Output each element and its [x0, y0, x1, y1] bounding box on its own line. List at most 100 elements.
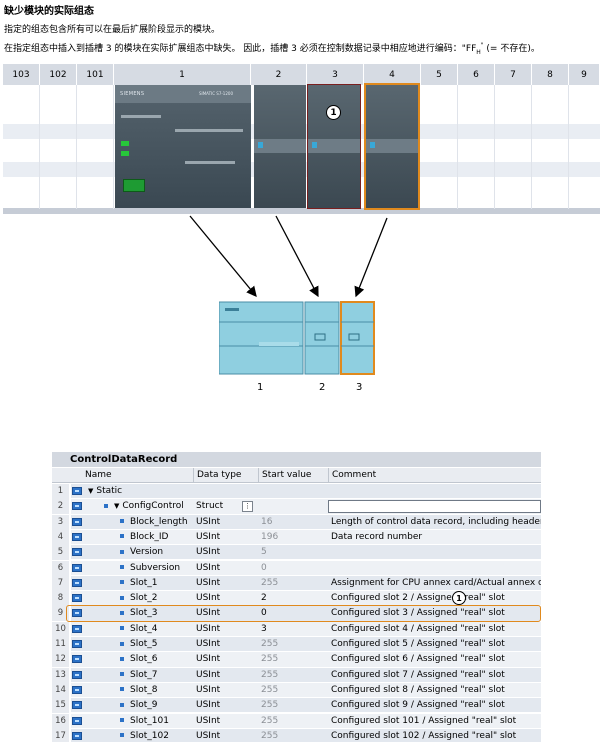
variable-name-cell[interactable]: Slot_1	[88, 576, 192, 591]
start-value-cell[interactable]: 255	[258, 729, 327, 742]
slot-column[interactable]	[532, 85, 569, 209]
comment-cell[interactable]: Configured slot 101 / Assigned "real" sl…	[328, 714, 541, 729]
variable-name-cell[interactable]: Slot_8	[88, 683, 192, 698]
comment-cell[interactable]: Length of control data record, including…	[328, 515, 541, 530]
expand-triangle-icon[interactable]: ▼	[114, 499, 119, 514]
slot-column[interactable]	[421, 85, 458, 209]
table-row[interactable]: 8 Slot_2 USInt 2 Configured slot 2 / Assigne…	[52, 591, 541, 607]
table-row[interactable]: 12 Slot_6 USInt 255 Configured slot 6 / Assi…	[52, 652, 541, 668]
variable-name-cell[interactable]: Slot_7	[88, 668, 192, 683]
data-type-cell[interactable]: USInt	[193, 561, 257, 576]
variable-name-cell[interactable]: ▼ ConfigControl	[88, 499, 192, 514]
table-row[interactable]: 13 Slot_7 USInt 255 Configured slot 7 / Assi…	[52, 667, 541, 683]
start-value-cell[interactable]: 255	[258, 714, 327, 729]
variable-name-cell[interactable]: Subversion	[88, 561, 192, 576]
header-name[interactable]: Name	[82, 468, 193, 483]
header-comment[interactable]: Comment	[328, 468, 541, 483]
variable-name-cell[interactable]: Slot_5	[88, 637, 192, 652]
start-value-cell[interactable]	[258, 499, 327, 514]
comment-cell[interactable]: Configured slot 8 / Assigned "real" slot	[328, 683, 541, 698]
start-value-cell[interactable]: 255	[258, 698, 327, 713]
data-type-cell[interactable]: USInt	[193, 683, 257, 698]
table-row[interactable]: 3 Block_length USInt 16 Length of control da…	[52, 514, 541, 530]
data-type-cell[interactable]: USInt	[193, 729, 257, 742]
data-type-cell[interactable]	[193, 484, 257, 499]
signal-module-slot-2[interactable]	[254, 85, 306, 208]
header-start-value[interactable]: Start value	[258, 468, 328, 483]
table-row[interactable]: 2 ▼ ConfigControl Struct ⋮	[52, 499, 541, 515]
slot-column[interactable]	[3, 85, 40, 209]
table-row[interactable]: 14 Slot_8 USInt 255 Configured slot 8 / Assi…	[52, 682, 541, 699]
table-row[interactable]: 16 Slot_101 USInt 255 Configured slot 101 / …	[52, 713, 541, 729]
start-value-cell[interactable]: 255	[258, 683, 327, 698]
start-value-cell[interactable]	[258, 484, 327, 499]
start-value-cell[interactable]: 0	[258, 561, 327, 576]
table-row[interactable]: 17 Slot_102 USInt 255 Configured slot 102 / …	[52, 728, 541, 742]
data-type-cell[interactable]: USInt	[193, 530, 257, 545]
slot-column[interactable]	[495, 85, 532, 209]
comment-cell[interactable]: Configured slot 2 / Assigned "real" slot	[328, 591, 541, 606]
comment-cell[interactable]	[328, 499, 541, 514]
start-value-cell[interactable]: 16	[258, 515, 327, 530]
comment-cell[interactable]: Data record number	[328, 530, 541, 545]
table-row[interactable]: 6 Subversion USInt 0	[52, 560, 541, 576]
comment-cell[interactable]	[328, 561, 541, 576]
table-row[interactable]: 11 Slot_5 USInt 255 Configured slot 5 / Assi…	[52, 637, 541, 653]
slot-column[interactable]	[40, 85, 77, 209]
table-row[interactable]: 10 Slot_4 USInt 3 Configured slot 4 / Assign…	[52, 621, 541, 637]
comment-cell[interactable]: Configured slot 4 / Assigned "real" slot	[328, 622, 541, 637]
signal-module-slot-3-missing[interactable]	[307, 84, 361, 209]
data-type-cell[interactable]: USInt	[193, 576, 257, 591]
start-value-cell[interactable]: 255	[258, 668, 327, 683]
header-data-type[interactable]: Data type	[193, 468, 258, 483]
start-value-cell[interactable]: 255	[258, 637, 327, 652]
variable-name-cell[interactable]: Block_ID	[88, 530, 192, 545]
slot-column[interactable]	[458, 85, 495, 209]
data-type-cell[interactable]: USInt	[193, 698, 257, 713]
comment-cell[interactable]	[328, 484, 541, 499]
data-type-cell[interactable]: USInt	[193, 622, 257, 637]
signal-module-slot-4[interactable]	[364, 83, 420, 210]
variable-name-cell[interactable]: Slot_102	[88, 729, 192, 742]
start-value-cell[interactable]: 3	[258, 622, 327, 637]
comment-cell[interactable]	[328, 545, 541, 560]
data-type-cell[interactable]: USInt	[193, 652, 257, 667]
variable-name-cell[interactable]: ▼ Static	[88, 484, 192, 499]
variable-name-cell[interactable]: Slot_4	[88, 622, 192, 637]
slot-column[interactable]	[77, 85, 114, 209]
start-value-cell[interactable]: 255	[258, 652, 327, 667]
table-row[interactable]: 4 Block_ID USInt 196 Data record number	[52, 529, 541, 546]
start-value-cell[interactable]: 255	[258, 576, 327, 591]
comment-cell[interactable]: Configured slot 9 / Assigned "real" slot	[328, 698, 541, 713]
variable-name-cell[interactable]: Slot_9	[88, 698, 192, 713]
db-variable-icon	[72, 576, 84, 591]
variable-name-cell[interactable]: Slot_101	[88, 714, 192, 729]
table-row[interactable]: 1 ▼ Static	[52, 484, 541, 500]
data-type-cell[interactable]: USInt	[193, 591, 257, 606]
start-value-cell[interactable]: 2	[258, 591, 327, 606]
comment-cell[interactable]: Configured slot 7 / Assigned "real" slot	[328, 668, 541, 683]
variable-name-cell[interactable]: Version	[88, 545, 192, 560]
table-row[interactable]: 7 Slot_1 USInt 255 Assignment for CPU annex …	[52, 575, 541, 592]
data-type-cell[interactable]: USInt	[193, 637, 257, 652]
comment-cell[interactable]: Assignment for CPU annex card/Actual ann…	[328, 576, 541, 591]
comment-cell[interactable]: Configured slot 102 / Assigned "real" sl…	[328, 729, 541, 742]
table-row[interactable]: 15 Slot_9 USInt 255 Configured slot 9 / Assi…	[52, 698, 541, 714]
variable-name-cell[interactable]: Slot_2	[88, 591, 192, 606]
expand-triangle-icon[interactable]: ▼	[88, 484, 93, 499]
start-value-cell[interactable]: 196	[258, 530, 327, 545]
variable-name-cell[interactable]: Slot_6	[88, 652, 192, 667]
variable-name-cell[interactable]: Block_length	[88, 515, 192, 530]
table-row[interactable]: 5 Version USInt 5	[52, 545, 541, 561]
start-value-cell[interactable]: 5	[258, 545, 327, 560]
slot-header-101: 101	[77, 64, 114, 85]
data-type-cell[interactable]: USInt	[193, 714, 257, 729]
db-variable-icon	[72, 652, 84, 667]
comment-cell[interactable]: Configured slot 5 / Assigned "real" slot	[328, 637, 541, 652]
cpu-module[interactable]: SIEMENS SIMATIC S7-1200	[115, 85, 251, 208]
data-type-cell[interactable]: USInt	[193, 545, 257, 560]
data-type-cell[interactable]: USInt	[193, 515, 257, 530]
struct-browse-icon[interactable]: ⋮	[242, 501, 253, 513]
comment-cell[interactable]: Configured slot 6 / Assigned "real" slot	[328, 652, 541, 667]
data-type-cell[interactable]: USInt	[193, 668, 257, 683]
